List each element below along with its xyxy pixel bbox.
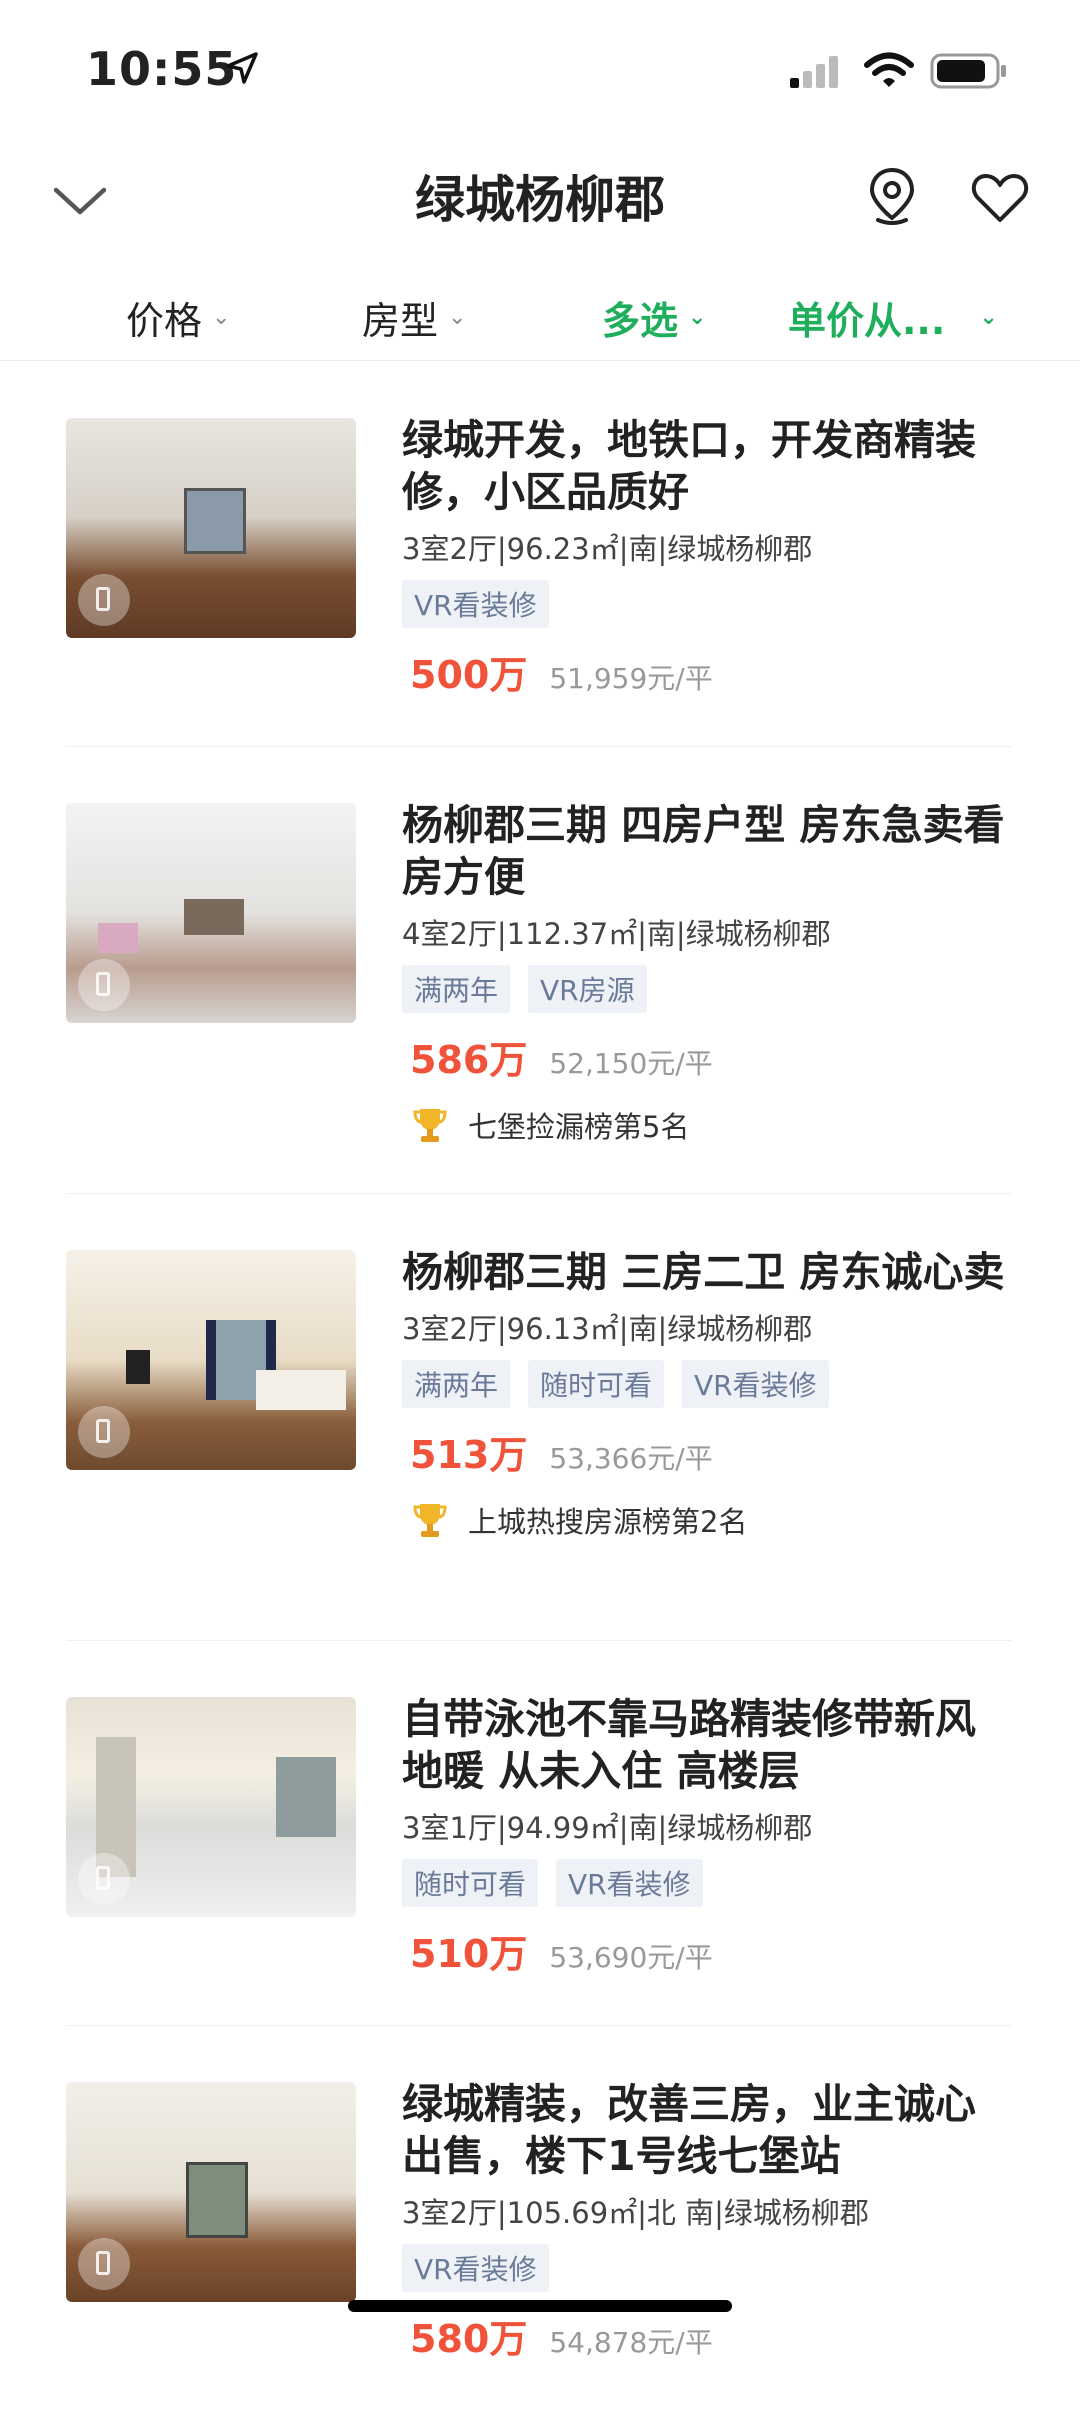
- listing-photo[interactable]: [66, 803, 356, 1023]
- vr-icon: [78, 1406, 130, 1458]
- filter-layout-label: 房型: [362, 299, 439, 343]
- cellular-signal-icon: [790, 56, 838, 88]
- listing-price-row: 513万 53,366元/平: [402, 1424, 1012, 1479]
- chevron-down-icon: ⌄: [979, 305, 998, 330]
- listing-unit-price: 53,690元/平: [549, 1941, 713, 1974]
- listing-title: 绿城开发，地铁口，开发商精装修，小区品质好: [402, 416, 976, 516]
- listing-price-row: 586万 52,150元/平: [402, 1029, 1012, 1084]
- vr-icon: [78, 1853, 130, 1905]
- vr-icon: [78, 574, 130, 626]
- filter-multi-label: 多选: [602, 299, 679, 343]
- chevron-down-icon: ⌄: [448, 305, 467, 330]
- listing-list: 绿城开发，地铁口，开发商精装修，小区品质好 3室2厅|96.23㎡|南|绿城杨柳…: [0, 362, 1080, 2410]
- listing-item[interactable]: 自带泳池不靠马路精装修带新风 地暖 从未入住 高楼层 3室1厅|94.99㎡|南…: [66, 1641, 1012, 2026]
- wifi-icon: [864, 52, 914, 87]
- listing-title: 杨柳郡三期 四房户型 房东急卖看房方便: [402, 801, 1005, 901]
- listing-meta: 3室2厅|105.69㎡|北 南|绿城杨柳郡: [402, 2196, 869, 2230]
- listing-price-row: 580万 54,878元/平: [402, 2308, 1012, 2363]
- filter-sort[interactable]: 单价从... ⌄: [788, 290, 998, 345]
- listing-title: 杨柳郡三期 三房二卫 房东诚心卖: [402, 1248, 1005, 1296]
- filter-sort-label: 单价从...: [788, 299, 946, 343]
- listing-info: 杨柳郡三期 四房户型 房东急卖看房方便 4室2厅|112.37㎡|南|绿城杨柳郡…: [402, 799, 1012, 1146]
- listing-tag: VR看装修: [556, 1859, 703, 1907]
- listing-tags: VR看装修: [402, 580, 1012, 628]
- listing-title: 自带泳池不靠马路精装修带新风 地暖 从未入住 高楼层: [402, 1695, 976, 1795]
- listing-photo[interactable]: [66, 2082, 356, 2302]
- map-pin-icon[interactable]: [860, 164, 924, 228]
- listing-price: 513万: [410, 1433, 528, 1477]
- listing-meta: 3室2厅|96.23㎡|南|绿城杨柳郡: [402, 532, 813, 566]
- listing-tags: 满两年 随时可看 VR看装修: [402, 1360, 1012, 1408]
- listing-info: 绿城精装，改善三房，业主诚心出售，楼下1号线七堡站 3室2厅|105.69㎡|北…: [402, 2078, 1012, 2363]
- listing-rank-label: 七堡捡漏榜第5名: [468, 1110, 690, 1144]
- listing-price: 510万: [410, 1932, 528, 1976]
- listing-tags: 随时可看 VR看装修: [402, 1859, 1012, 1907]
- filter-price-label: 价格: [126, 299, 203, 343]
- listing-meta: 3室2厅|96.13㎡|南|绿城杨柳郡: [402, 1312, 813, 1346]
- listing-price: 500万: [410, 653, 528, 697]
- nav-bar: 绿城杨柳郡: [0, 140, 1080, 250]
- listing-tag: VR看装修: [402, 2244, 549, 2292]
- listing-rank[interactable]: 七堡捡漏榜第5名: [402, 1104, 1012, 1146]
- listing-info: 自带泳池不靠马路精装修带新风 地暖 从未入住 高楼层 3室1厅|94.99㎡|南…: [402, 1693, 1012, 1978]
- listing-title: 绿城精装，改善三房，业主诚心出售，楼下1号线七堡站: [402, 2080, 976, 2180]
- listing-info: 绿城开发，地铁口，开发商精装修，小区品质好 3室2厅|96.23㎡|南|绿城杨柳…: [402, 414, 1012, 699]
- chevron-down-icon: ⌄: [212, 305, 231, 330]
- listing-item[interactable]: 绿城精装，改善三房，业主诚心出售，楼下1号线七堡站 3室2厅|105.69㎡|北…: [66, 2026, 1012, 2410]
- trophy-icon: [413, 1109, 447, 1142]
- listing-rank[interactable]: 上城热搜房源榜第2名: [402, 1499, 1012, 1541]
- status-bar: 10:55: [0, 0, 1080, 140]
- listing-tag: 满两年: [402, 1360, 511, 1408]
- listing-tags: VR看装修: [402, 2244, 1012, 2292]
- filter-multi[interactable]: 多选 ⌄: [602, 290, 706, 345]
- listing-meta: 4室2厅|112.37㎡|南|绿城杨柳郡: [402, 917, 831, 951]
- listing-price-row: 510万 53,690元/平: [402, 1923, 1012, 1978]
- listing-tag: 随时可看: [528, 1360, 665, 1408]
- vr-icon: [78, 2238, 130, 2290]
- listing-tag: 随时可看: [402, 1859, 539, 1907]
- listing-tag: VR看装修: [402, 580, 549, 628]
- chevron-down-icon: ⌄: [688, 305, 707, 330]
- listing-item[interactable]: 绿城开发，地铁口，开发商精装修，小区品质好 3室2厅|96.23㎡|南|绿城杨柳…: [66, 362, 1012, 747]
- listing-unit-price: 52,150元/平: [549, 1047, 713, 1080]
- listing-tag: VR房源: [528, 965, 647, 1013]
- status-time: 10:55: [86, 42, 238, 96]
- listing-photo[interactable]: [66, 1697, 356, 1917]
- listing-tag: VR看装修: [682, 1360, 829, 1408]
- listing-info: 杨柳郡三期 三房二卫 房东诚心卖 3室2厅|96.13㎡|南|绿城杨柳郡 满两年…: [402, 1246, 1012, 1541]
- listing-rank-label: 上城热搜房源榜第2名: [468, 1505, 748, 1539]
- listing-photo[interactable]: [66, 1250, 356, 1470]
- listing-item[interactable]: 杨柳郡三期 四房户型 房东急卖看房方便 4室2厅|112.37㎡|南|绿城杨柳郡…: [66, 747, 1012, 1194]
- listing-unit-price: 53,366元/平: [549, 1442, 713, 1475]
- listing-unit-price: 54,878元/平: [549, 2326, 713, 2359]
- listing-tags: 满两年 VR房源: [402, 965, 1012, 1013]
- trophy-icon: [413, 1504, 447, 1537]
- heart-icon[interactable]: [968, 166, 1032, 230]
- home-indicator[interactable]: [348, 2300, 732, 2312]
- battery-icon: [930, 53, 1006, 89]
- listing-price: 580万: [410, 2317, 528, 2361]
- filter-bar: 价格 ⌄ 房型 ⌄ 多选 ⌄ 单价从... ⌄: [0, 280, 1080, 361]
- listing-tag: 满两年: [402, 965, 511, 1013]
- listing-photo[interactable]: [66, 418, 356, 638]
- filter-price[interactable]: 价格 ⌄: [126, 290, 230, 345]
- filter-layout[interactable]: 房型 ⌄: [362, 290, 466, 345]
- listing-price: 586万: [410, 1038, 528, 1082]
- listing-item[interactable]: 杨柳郡三期 三房二卫 房东诚心卖 3室2厅|96.13㎡|南|绿城杨柳郡 满两年…: [66, 1194, 1012, 1641]
- listing-price-row: 500万 51,959元/平: [402, 644, 1012, 699]
- vr-icon: [78, 959, 130, 1011]
- listing-unit-price: 51,959元/平: [549, 662, 713, 695]
- listing-meta: 3室1厅|94.99㎡|南|绿城杨柳郡: [402, 1811, 813, 1845]
- location-arrow-icon: [226, 52, 258, 84]
